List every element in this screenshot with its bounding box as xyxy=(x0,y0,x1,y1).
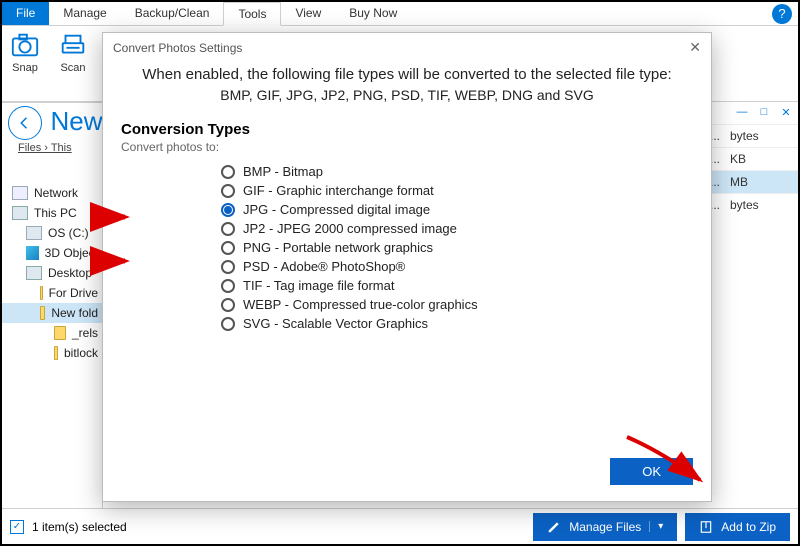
option-label: PSD - Adobe® PhotoShop® xyxy=(243,259,405,274)
cube-icon xyxy=(26,246,39,260)
pane-maximize-button[interactable]: □ xyxy=(754,104,774,120)
fold-icon xyxy=(54,346,58,360)
folder-tree: Network This PC OS (C:) 3D Object Desktop For… xyxy=(2,102,102,508)
snap-label: Snap xyxy=(12,62,38,74)
mon-icon xyxy=(26,266,42,280)
tree-node[interactable]: Network xyxy=(2,183,102,203)
radio-button[interactable] xyxy=(221,260,235,274)
conversion-option[interactable]: TIF - Tag image file format xyxy=(221,276,693,295)
option-label: JP2 - JPEG 2000 compressed image xyxy=(243,221,457,236)
radio-button[interactable] xyxy=(221,222,235,236)
dialog-message-1: When enabled, the following file types w… xyxy=(103,62,711,85)
status-bar: ✓ 1 item(s) selected Manage Files ▾ Add … xyxy=(2,508,798,544)
tree-node-label: OS (C:) xyxy=(48,226,89,240)
fold-icon xyxy=(40,286,43,300)
tree-node-label: _rels xyxy=(72,326,98,340)
option-label: JPG - Compressed digital image xyxy=(243,202,430,217)
option-label: PNG - Portable network graphics xyxy=(243,240,433,255)
file-size: bytes xyxy=(730,129,790,143)
conversion-option[interactable]: BMP - Bitmap xyxy=(221,162,693,181)
tree-node-label: For Drive xyxy=(49,286,98,300)
radio-button[interactable] xyxy=(221,317,235,331)
fold-icon xyxy=(40,306,45,320)
ok-button[interactable]: OK xyxy=(610,458,693,485)
pane-close-button[interactable]: ✕ xyxy=(776,104,796,120)
menu-view[interactable]: View xyxy=(281,2,335,25)
convert-photos-dialog: Convert Photos Settings ✕ When enabled, … xyxy=(102,32,712,502)
conversion-types-sub: Convert photos to: xyxy=(121,140,693,154)
radio-button[interactable] xyxy=(221,203,235,217)
menu-file[interactable]: File xyxy=(2,2,49,25)
manage-files-button[interactable]: Manage Files ▾ xyxy=(533,513,677,541)
chevron-down-icon[interactable]: ▾ xyxy=(649,521,663,532)
menu-backup-clean[interactable]: Backup/Clean xyxy=(121,2,224,25)
tree-node[interactable]: bitlock xyxy=(2,343,102,363)
tree-node-label: This PC xyxy=(34,206,77,220)
tree-node[interactable]: This PC xyxy=(2,203,102,223)
drive-icon xyxy=(26,226,42,240)
radio-button[interactable] xyxy=(221,298,235,312)
dialog-message-2: BMP, GIF, JPG, JP2, PNG, PSD, TIF, WEBP,… xyxy=(103,85,711,117)
tree-node-label: Network xyxy=(34,186,78,200)
tree-node-label: Desktop xyxy=(48,266,92,280)
add-to-zip-label: Add to Zip xyxy=(721,520,776,534)
file-size: KB xyxy=(730,152,790,166)
option-label: TIF - Tag image file format xyxy=(243,278,394,293)
netw-icon xyxy=(12,186,28,200)
radio-button[interactable] xyxy=(221,165,235,179)
menu-manage[interactable]: Manage xyxy=(49,2,120,25)
scan-label: Scan xyxy=(60,62,85,74)
camera-icon xyxy=(10,30,40,60)
radio-button[interactable] xyxy=(221,279,235,293)
tree-node-label: 3D Object xyxy=(45,246,98,260)
menu-tools[interactable]: Tools xyxy=(223,2,281,26)
tree-node[interactable]: 3D Object xyxy=(2,243,102,263)
conversion-options: BMP - Bitmap GIF - Graphic interchange fo… xyxy=(121,162,693,333)
conversion-option[interactable]: PSD - Adobe® PhotoShop® xyxy=(221,257,693,276)
selection-checkbox[interactable]: ✓ xyxy=(10,520,24,534)
pane-window-controls: — □ ✕ xyxy=(730,102,798,122)
tree-node-label: New fold xyxy=(51,306,98,320)
dialog-titlebar: Convert Photos Settings ✕ xyxy=(103,33,711,62)
radio-button[interactable] xyxy=(221,241,235,255)
add-to-zip-button[interactable]: Add to Zip xyxy=(685,513,790,541)
conversion-types-heading: Conversion Types xyxy=(121,121,693,138)
option-label: GIF - Graphic interchange format xyxy=(243,183,434,198)
tree-node[interactable]: _rels xyxy=(2,323,102,343)
dialog-title: Convert Photos Settings xyxy=(113,41,242,55)
help-button[interactable]: ? xyxy=(772,4,792,24)
mon-icon xyxy=(12,206,28,220)
conversion-option[interactable]: JPG - Compressed digital image xyxy=(221,200,693,219)
conversion-option[interactable]: GIF - Graphic interchange format xyxy=(221,181,693,200)
file-size: MB xyxy=(730,175,790,189)
tree-node[interactable]: For Drive xyxy=(2,283,102,303)
manage-files-label: Manage Files xyxy=(569,520,641,534)
pencil-icon xyxy=(547,520,561,534)
option-label: SVG - Scalable Vector Graphics xyxy=(243,316,428,331)
dialog-section: Conversion Types Convert photos to: BMP … xyxy=(103,117,711,333)
fold-icon xyxy=(54,326,66,340)
file-size: bytes xyxy=(730,198,790,212)
tree-node[interactable]: Desktop xyxy=(2,263,102,283)
scan-button[interactable]: Scan xyxy=(58,30,88,97)
dialog-close-button[interactable]: ✕ xyxy=(689,39,701,56)
tree-node[interactable]: New fold xyxy=(2,303,102,323)
tree-node[interactable]: OS (C:) xyxy=(2,223,102,243)
radio-button[interactable] xyxy=(221,184,235,198)
selection-count: 1 item(s) selected xyxy=(32,520,127,534)
scanner-icon xyxy=(58,30,88,60)
pane-minimize-button[interactable]: — xyxy=(732,104,752,120)
menu-buy-now[interactable]: Buy Now xyxy=(335,2,411,25)
snap-button[interactable]: Snap xyxy=(10,30,40,97)
conversion-option[interactable]: JP2 - JPEG 2000 compressed image xyxy=(221,219,693,238)
tree-node-label: bitlock xyxy=(64,346,98,360)
conversion-option[interactable]: SVG - Scalable Vector Graphics xyxy=(221,314,693,333)
conversion-option[interactable]: WEBP - Compressed true-color graphics xyxy=(221,295,693,314)
conversion-option[interactable]: PNG - Portable network graphics xyxy=(221,238,693,257)
menu-bar: FileManageBackup/CleanToolsViewBuy Now? xyxy=(2,2,798,26)
zip-icon xyxy=(699,520,713,534)
option-label: BMP - Bitmap xyxy=(243,164,323,179)
option-label: WEBP - Compressed true-color graphics xyxy=(243,297,478,312)
